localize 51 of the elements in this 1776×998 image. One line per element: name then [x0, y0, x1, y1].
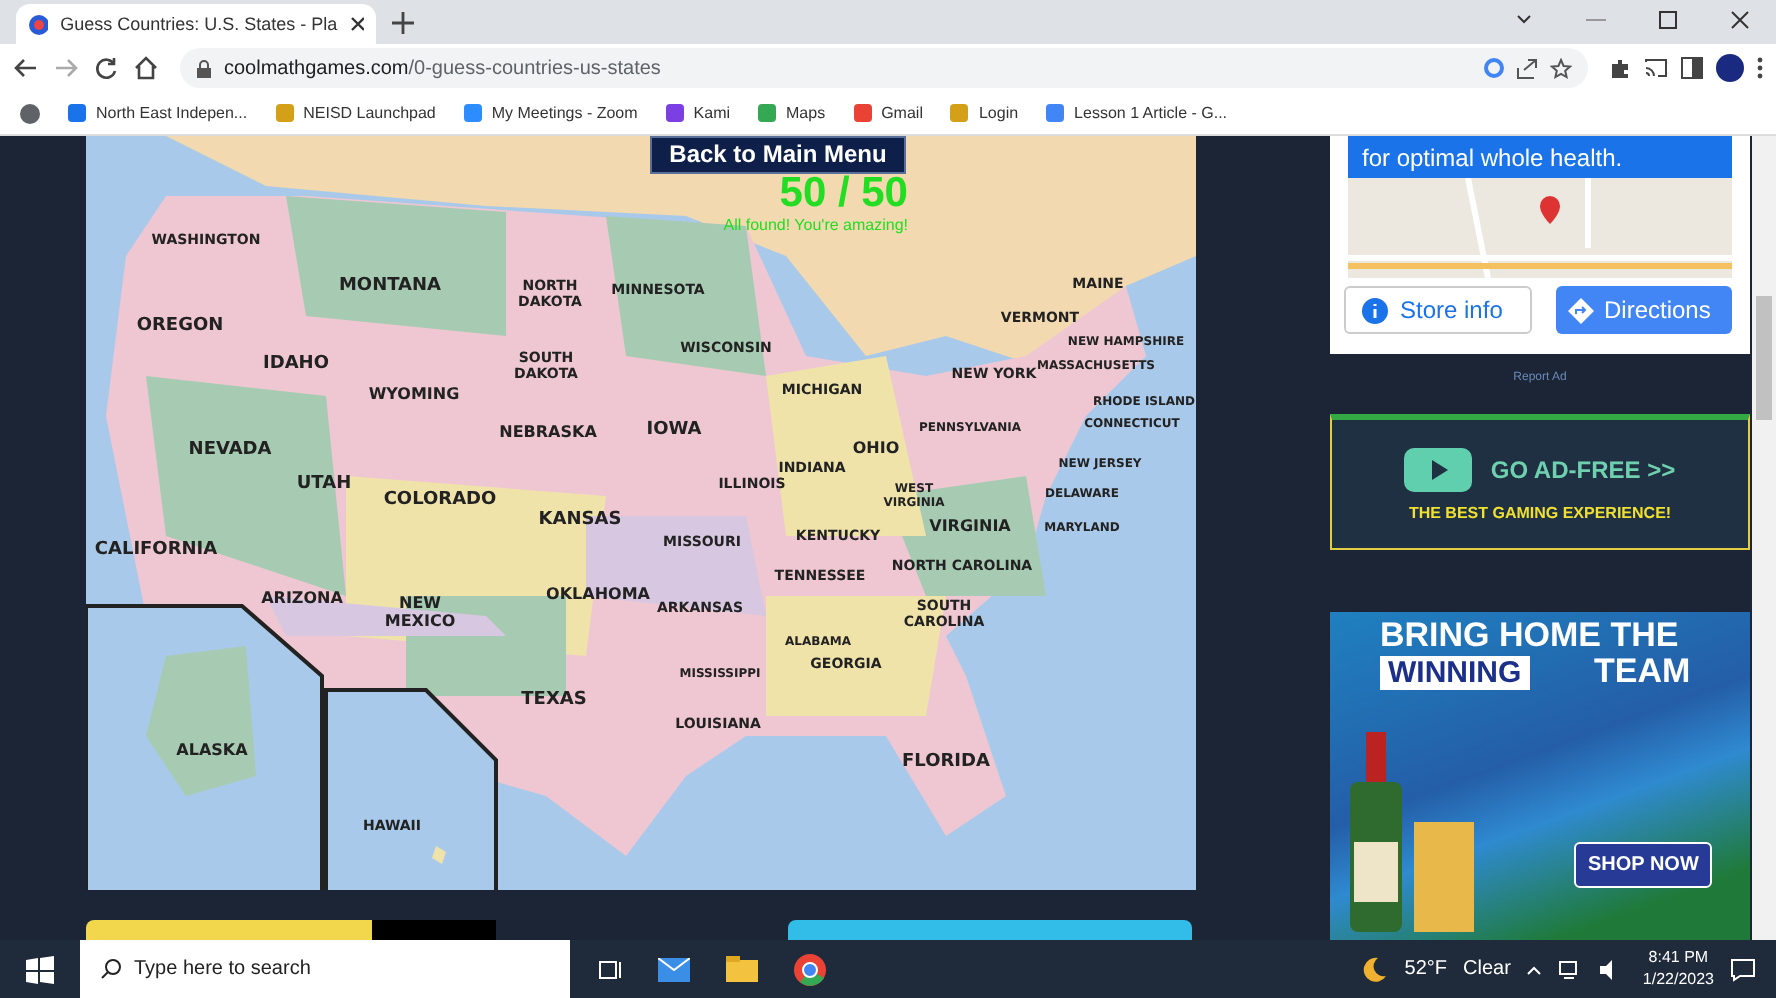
back-to-menu-button[interactable]: Back to Main Menu [650, 136, 906, 174]
state-label: NEVADA [188, 439, 272, 461]
weather-text: Clear [1463, 958, 1511, 980]
banner-headline: WINNING [1380, 656, 1530, 691]
address-bar[interactable]: coolmathgames.com/0-guess-countries-us-states [180, 48, 1588, 88]
bookmark-link[interactable]: North East Indepen... [68, 104, 248, 122]
state-label: IOWA [646, 419, 702, 441]
directions-button[interactable]: Directions [1556, 286, 1732, 334]
banner-headline: TEAM [1594, 652, 1691, 693]
state-label: NEBRASKA [499, 422, 597, 442]
state-label: IDAHO [263, 353, 329, 375]
ad-headline: for optimal whole health. [1348, 136, 1732, 178]
bookmark-link[interactable]: Lesson 1 Article - G... [1046, 104, 1228, 122]
store-info-button[interactable]: Store info [1344, 286, 1532, 334]
state-label: ALASKA [176, 740, 248, 760]
banner-headline: BRING HOME THE [1380, 616, 1679, 657]
bookmark-link[interactable]: Gmail [853, 104, 923, 122]
browser-tab[interactable]: Guess Countries: U.S. States - Pla [16, 4, 376, 44]
state-label: UTAH [296, 473, 352, 495]
state-label: ARIZONA [261, 588, 343, 608]
ad-free-banner[interactable]: GO AD-FREE >> THE BEST GAMING EXPERIENCE! [1330, 413, 1750, 551]
state-label: KANSAS [538, 509, 622, 531]
tab-title: Guess Countries: U.S. States - Pla [60, 14, 338, 34]
url-text: coolmathgames.com/0-guess-countries-us-states [224, 57, 661, 79]
state-label: TEXAS [521, 689, 587, 711]
search-placeholder: Type here to search [134, 958, 311, 980]
ad-free-title: GO AD-FREE >> [1490, 455, 1676, 484]
bookmark-link[interactable]: Maps [758, 104, 826, 122]
bookmark-link[interactable]: Kami [665, 104, 731, 122]
ad-free-subtitle: THE BEST GAMING EXPERIENCE! [1408, 503, 1672, 522]
clock-time[interactable]: 8:41 PM [1648, 948, 1709, 969]
bookmark-link[interactable]: NEISD Launchpad [275, 104, 436, 122]
state-label: MONTANA [338, 275, 442, 297]
banner-ad[interactable]: BRING HOME THE WINNING TEAM SHOP NOW [1330, 612, 1750, 940]
state-label: CALIFORNIA [94, 539, 218, 561]
score-text: 50 / 50 [779, 172, 908, 214]
state-label: NEW MEXICO [384, 593, 456, 631]
bookmark-link[interactable]: My Meetings - Zoom [463, 104, 638, 122]
state-label: COLORADO [383, 489, 497, 511]
state-label: OHIO [852, 438, 900, 458]
bookmark-link[interactable]: Login [950, 104, 1019, 122]
clock-date[interactable]: 1/22/2023 [1642, 969, 1714, 990]
state-label: VIRGINIA [929, 516, 1011, 536]
state-label: FLORIDA [902, 751, 990, 773]
state-label: OKLAHOMA [546, 584, 650, 604]
result-message: All found! You're amazing! [723, 216, 908, 234]
state-label: OREGON [136, 315, 224, 337]
temperature-text: 52°F [1404, 958, 1447, 980]
state-label: WYOMING [368, 384, 460, 404]
search-field[interactable]: Type here to search [80, 940, 570, 998]
shop-now-button[interactable]: SHOP NOW [1574, 842, 1713, 889]
